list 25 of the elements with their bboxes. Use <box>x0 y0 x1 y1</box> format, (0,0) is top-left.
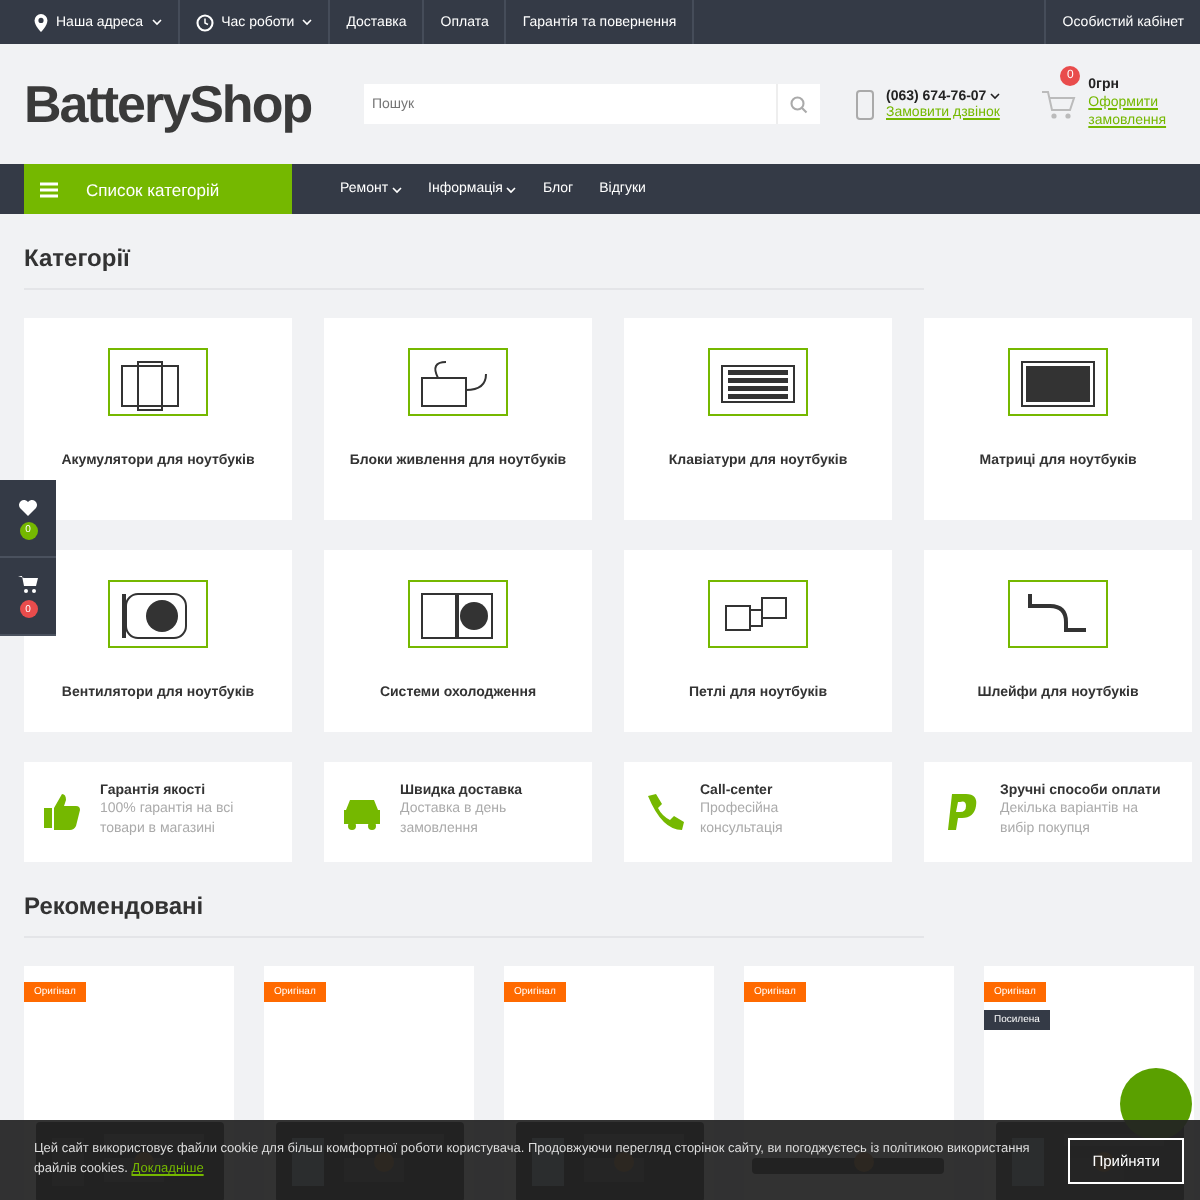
heart-icon <box>18 497 38 515</box>
category-thumbnail <box>1008 580 1108 648</box>
section-title: Категорії <box>24 214 924 290</box>
thumbs-up-icon <box>40 790 84 834</box>
section-title: Рекомендовані <box>24 862 924 938</box>
logo[interactable]: BatteryShop <box>24 73 340 135</box>
cart-icon <box>17 574 39 594</box>
phone-icon <box>856 89 874 119</box>
menu-icon <box>40 181 58 197</box>
caret-icon <box>302 18 313 26</box>
category-thumbnail <box>108 580 208 648</box>
caret-icon <box>506 185 517 193</box>
category-thumbnail <box>408 348 508 416</box>
caret-icon <box>990 91 1001 99</box>
cart-icon <box>1040 88 1077 120</box>
caret-icon <box>151 18 162 26</box>
caret-icon <box>392 185 403 193</box>
category-thumbnail <box>108 348 208 416</box>
clock-icon <box>195 13 214 31</box>
location-pin-icon <box>34 13 48 31</box>
search-icon <box>790 95 808 113</box>
category-thumbnail <box>708 348 808 416</box>
category-thumbnail <box>408 580 508 648</box>
category-thumbnail <box>1008 348 1108 416</box>
category-thumbnail <box>708 580 808 648</box>
